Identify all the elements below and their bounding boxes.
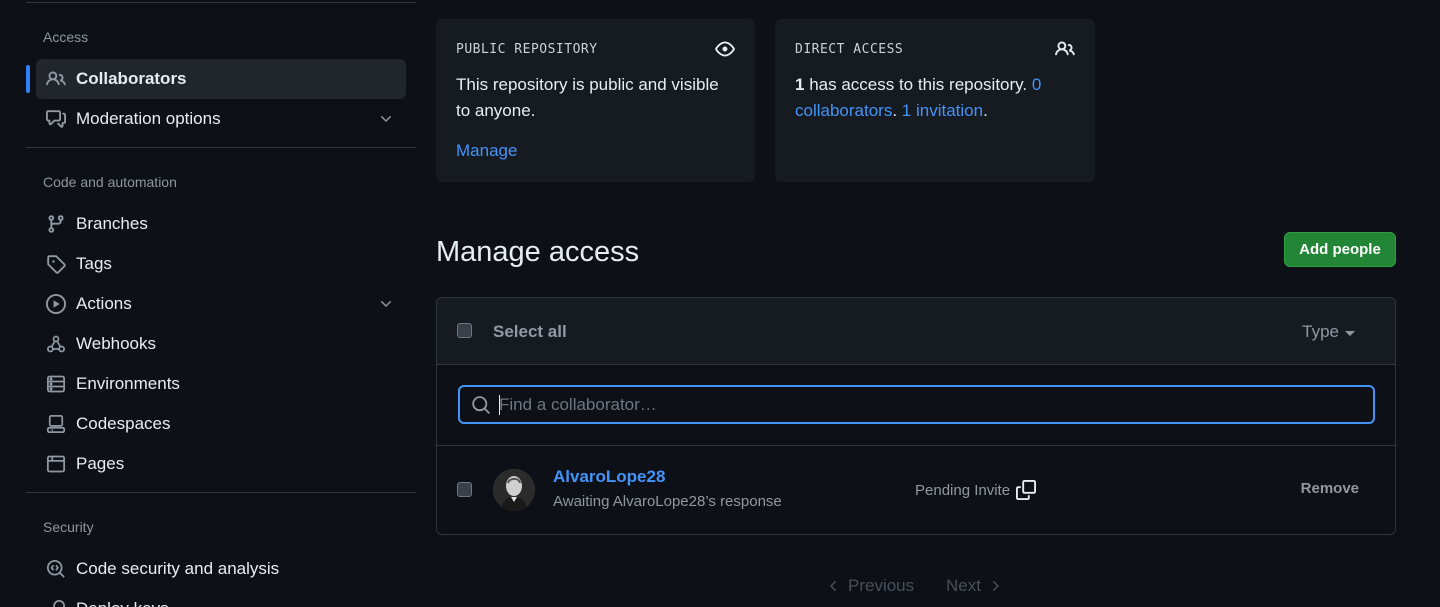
avatar[interactable] (493, 469, 535, 511)
add-people-button[interactable]: Add people (1284, 232, 1396, 267)
select-all-label[interactable]: Select all (493, 322, 567, 342)
git-branch-icon (46, 214, 66, 234)
collaborators-panel: Select all Type AlvaroLope28 Awaiting Al… (436, 297, 1396, 535)
sidebar-item-label: Branches (76, 214, 148, 233)
sidebar-item-environments[interactable]: Environments (36, 364, 406, 404)
search-row (437, 365, 1395, 446)
sidebar-item-label: Pages (76, 454, 125, 473)
card-label: DIRECT ACCESS (795, 42, 904, 57)
active-indicator (26, 65, 30, 93)
server-icon (46, 374, 66, 394)
search-icon (472, 395, 490, 414)
sidebar-item-pages[interactable]: Pages (36, 444, 406, 484)
codespaces-icon (46, 414, 66, 434)
previous-page-button[interactable]: Previous (826, 576, 914, 596)
type-filter-dropdown[interactable]: Type (1302, 322, 1355, 342)
chevron-left-icon (830, 581, 836, 591)
section-heading-security: Security (43, 519, 94, 535)
card-label: PUBLIC REPOSITORY (456, 42, 598, 57)
sidebar-item-webhooks[interactable]: Webhooks (36, 324, 406, 364)
comment-discussion-icon (46, 109, 66, 129)
chevron-down-icon[interactable] (378, 111, 394, 127)
separator: . (892, 101, 902, 120)
search-field[interactable] (458, 385, 1375, 424)
sidebar-item-collaborators[interactable]: Collaborators (26, 59, 406, 99)
manage-visibility-link[interactable]: Manage (456, 141, 517, 161)
pending-invite-label: Pending Invite (915, 481, 1011, 499)
sidebar-item-label: Webhooks (76, 334, 157, 353)
page-title: Manage access (436, 236, 640, 268)
sidebar-item-deploy-keys[interactable]: Deploy keys (36, 589, 406, 607)
sidebar-item-label: Deploy keys (76, 599, 169, 607)
search-input[interactable] (499, 387, 1373, 422)
text-cursor (499, 395, 500, 415)
sidebar-item-branches[interactable]: Branches (36, 204, 406, 244)
member-status-text: Awaiting AlvaroLope28’s response (553, 493, 782, 510)
sidebar-divider (26, 147, 416, 148)
sidebar-item-label: Moderation options (76, 109, 221, 128)
people-icon (46, 69, 66, 89)
sidebar-item-label: Collaborators (76, 69, 187, 88)
member-name-link[interactable]: AlvaroLope28 (553, 467, 665, 487)
sidebar-divider (26, 2, 416, 3)
pending-invite: Pending Invite (915, 480, 1037, 500)
invitation-link[interactable]: 1 invitation (902, 101, 983, 120)
next-page-button[interactable]: Next (946, 576, 1003, 596)
select-all-checkbox[interactable] (457, 323, 472, 338)
sidebar-item-codespaces[interactable]: Codespaces (36, 404, 406, 444)
sidebar-item-label: Actions (76, 294, 132, 313)
panel-header: Select all Type (437, 298, 1395, 365)
previous-label: Previous (848, 576, 915, 595)
sidebar-item-label: Codespaces (76, 414, 171, 433)
caret-down-icon (1345, 330, 1355, 336)
sidebar-item-label: Code security and analysis (76, 559, 280, 578)
browser-icon (46, 454, 66, 474)
period: . (983, 101, 988, 120)
play-icon (46, 294, 66, 314)
tag-icon (46, 254, 66, 274)
next-label: Next (946, 576, 981, 595)
key-icon (46, 599, 66, 607)
settings-sidebar: Access Collaborators Moderation options … (26, 0, 416, 607)
copy-icon[interactable] (1016, 480, 1037, 500)
public-repository-card: PUBLIC REPOSITORY This repository is pub… (436, 19, 755, 182)
sidebar-item-moderation-options[interactable]: Moderation options (36, 99, 406, 139)
section-heading-access: Access (43, 29, 89, 45)
people-icon (1055, 41, 1075, 56)
access-text: has access to this repository. (804, 75, 1032, 94)
eye-icon (715, 41, 735, 57)
sidebar-item-label: Tags (76, 254, 112, 273)
table-row: AlvaroLope28 Awaiting AlvaroLope28’s res… (437, 446, 1395, 534)
codescan-icon (46, 559, 66, 579)
remove-button[interactable]: Remove (1301, 480, 1359, 497)
sidebar-item-label: Environments (76, 374, 180, 393)
card-description: This repository is public and visible to… (456, 75, 719, 120)
sidebar-item-code-security[interactable]: Code security and analysis (36, 549, 406, 589)
webhook-icon (46, 334, 66, 354)
direct-access-text: 1 has access to this repository. 0 colla… (795, 72, 1075, 124)
settings-page: Access Collaborators Moderation options … (0, 0, 1440, 607)
chevron-down-icon[interactable] (378, 296, 394, 312)
chevron-right-icon (992, 581, 999, 591)
avatar-portrait-icon (493, 469, 535, 511)
direct-access-card: DIRECT ACCESS 1 has access to this repos… (775, 19, 1095, 182)
sidebar-item-tags[interactable]: Tags (36, 244, 406, 284)
sidebar-divider (26, 492, 416, 493)
section-heading-code-automation: Code and automation (43, 174, 177, 190)
member-checkbox[interactable] (457, 482, 472, 497)
sidebar-item-actions[interactable]: Actions (36, 284, 406, 324)
type-filter-label: Type (1302, 322, 1339, 341)
